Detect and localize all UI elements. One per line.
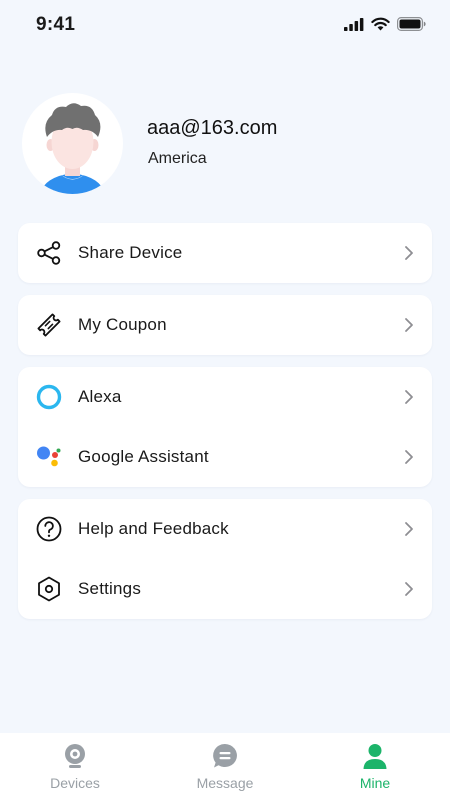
coupon-icon <box>35 311 63 339</box>
cellular-signal-icon <box>344 17 364 31</box>
wifi-icon <box>371 17 390 31</box>
chevron-right-icon <box>405 390 413 404</box>
avatar[interactable] <box>22 93 123 194</box>
chevron-right-icon <box>405 522 413 536</box>
tab-message[interactable]: Message <box>150 733 300 800</box>
tab-label: Devices <box>50 775 100 791</box>
status-bar: 9:41 <box>0 0 450 52</box>
chevron-right-icon <box>405 318 413 332</box>
menu-item-label: Alexa <box>78 387 122 406</box>
menu-item-label: Settings <box>78 579 142 598</box>
tab-devices[interactable]: Devices <box>0 733 150 800</box>
menu-item-help-feedback[interactable]: Help and Feedback <box>18 499 432 559</box>
bottom-tab-bar: Devices Message Mine <box>0 733 450 800</box>
alexa-icon <box>35 383 63 411</box>
menu-item-label: Google Assistant <box>78 447 209 466</box>
help-icon <box>35 515 63 543</box>
menu-item-label: Help and Feedback <box>78 519 229 538</box>
menu-item-settings[interactable]: Settings <box>18 559 432 619</box>
support-settings-card: Help and Feedback Settings <box>18 499 432 619</box>
chevron-right-icon <box>405 246 413 260</box>
menu-item-alexa[interactable]: Alexa <box>18 367 432 427</box>
person-icon <box>363 744 387 769</box>
status-time: 9:41 <box>36 14 76 35</box>
menu-item-label: My Coupon <box>78 315 167 334</box>
battery-icon <box>397 17 426 31</box>
avatar-illustration <box>40 103 105 194</box>
menu-item-share-device[interactable]: Share Device <box>18 223 432 283</box>
coupon-card: My Coupon <box>18 295 432 355</box>
menu-item-label: Share Device <box>78 243 183 262</box>
menu-item-my-coupon[interactable]: My Coupon <box>18 295 432 355</box>
google-assistant-icon <box>35 443 63 471</box>
settings-hexagon-icon <box>35 575 63 603</box>
tab-mine[interactable]: Mine <box>300 733 450 800</box>
profile-header[interactable]: aaa@163.com America <box>22 93 432 194</box>
message-icon <box>213 743 237 768</box>
share-icon <box>35 239 63 267</box>
profile-email: aaa@163.com <box>147 117 278 139</box>
tab-label: Mine <box>359 775 391 791</box>
menu-item-google-assistant[interactable]: Google Assistant <box>18 427 432 487</box>
voice-assistant-card: Alexa Google Assistant <box>18 367 432 487</box>
share-device-card: Share Device <box>18 223 432 283</box>
status-icons <box>344 17 426 31</box>
camera-icon <box>65 744 85 768</box>
chevron-right-icon <box>405 582 413 596</box>
chevron-right-icon <box>405 450 413 464</box>
profile-region: America <box>148 150 207 167</box>
tab-label: Message <box>196 775 254 791</box>
